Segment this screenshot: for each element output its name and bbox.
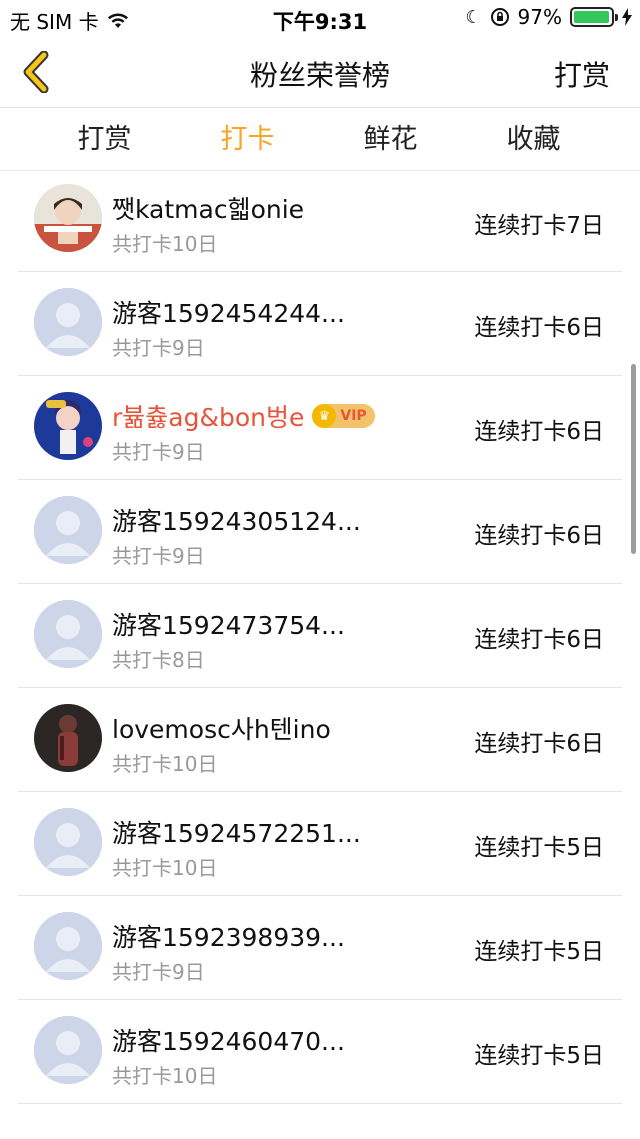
crown-icon: ♛ xyxy=(312,404,337,428)
default-avatar-icon[interactable] xyxy=(34,288,102,356)
list-item[interactable]: 游客15924572251... 共打卡10日 连续打卡5日 xyxy=(18,792,622,896)
consecutive-checkin-days: 连续打卡7日 xyxy=(474,213,604,239)
user-name-text: 游客1592473754... xyxy=(112,611,345,640)
user-name-text: 游客15924572251... xyxy=(112,819,361,848)
user-name: 游客1592454244... xyxy=(112,294,345,330)
user-name: 游客1592398939... xyxy=(112,918,345,954)
ranking-list[interactable]: 쨋katmac헯onie 共打卡10日 连续打卡7日游客1592454244... 共… xyxy=(0,172,640,1139)
tab-flowers[interactable]: 鲜花 xyxy=(319,109,462,170)
list-item[interactable]: 游客1592460470... 共打卡10日 连续打卡5日 xyxy=(18,1000,622,1104)
tab-checkin[interactable]: 打卡 xyxy=(176,109,319,170)
default-avatar-icon[interactable] xyxy=(34,600,102,668)
default-avatar-icon[interactable] xyxy=(34,808,102,876)
scrollbar[interactable] xyxy=(631,364,636,554)
status-bar: 无 SIM 卡 下午9:31 ☾ 97% xyxy=(0,0,640,36)
battery-fill xyxy=(574,11,609,23)
rotation-lock-icon xyxy=(490,8,509,26)
consecutive-checkin-days: 连续打卡6日 xyxy=(474,627,604,653)
list-item[interactable]: 游客1592398939... 共打卡9日 连续打卡5日 xyxy=(18,896,622,1000)
list-item[interactable]: 쨋katmac헯onie 共打卡10日 连续打卡7日 xyxy=(18,172,622,272)
consecutive-checkin-days: 连续打卡6日 xyxy=(474,523,604,549)
list-item[interactable]: 游客15924305124... 共打卡9日 连续打卡6日 xyxy=(18,480,622,584)
user-name-text: 游客15924305124... xyxy=(112,507,361,536)
total-checkin-days: 共打卡9日 xyxy=(112,544,205,568)
default-avatar-icon[interactable] xyxy=(34,912,102,980)
consecutive-checkin-days: 连续打卡6日 xyxy=(474,731,604,757)
user-name: 游客1592473754... xyxy=(112,606,345,642)
user-photo-avatar[interactable] xyxy=(34,184,102,252)
user-name-text: r뷺츓ag&bon벙e xyxy=(112,403,305,432)
tab-bar: 打赏 打卡 鲜花 收藏 xyxy=(0,109,640,171)
user-name: 쨋katmac헯onie xyxy=(112,190,304,226)
consecutive-checkin-days: 连续打卡5日 xyxy=(474,1043,604,1069)
list-item[interactable]: 游客1592473754... 共打卡8日 连续打卡6日 xyxy=(18,584,622,688)
total-checkin-days: 共打卡8日 xyxy=(112,648,205,672)
total-checkin-days: 共打卡10日 xyxy=(112,752,218,776)
tab-favorites[interactable]: 收藏 xyxy=(462,109,605,170)
battery-icon xyxy=(570,7,618,27)
page-title: 粉丝荣誉榜 xyxy=(249,59,390,92)
total-checkin-days: 共打卡9日 xyxy=(112,960,205,984)
charging-bolt-icon xyxy=(622,8,632,26)
consecutive-checkin-days: 连续打卡5日 xyxy=(474,835,604,861)
consecutive-checkin-days: 连续打卡6日 xyxy=(474,419,604,445)
user-name: lovemosc사h텐ino xyxy=(112,710,331,746)
user-name-text: lovemosc사h텐ino xyxy=(112,715,331,744)
vip-badge: ♛ VIP xyxy=(312,404,375,428)
navigation-bar: 粉丝荣誉榜 打赏 xyxy=(0,36,640,108)
user-name-text: 游客1592398939... xyxy=(112,923,345,952)
moon-icon: ☾ xyxy=(465,6,482,28)
status-right: ☾ 97% xyxy=(465,5,632,29)
list-item[interactable]: 游客1592454244... 共打卡9日 连续打卡6日 xyxy=(18,272,622,376)
user-name: 游客15924305124... xyxy=(112,502,361,538)
consecutive-checkin-days: 连续打卡5日 xyxy=(474,939,604,965)
default-avatar-icon[interactable] xyxy=(34,496,102,564)
user-name-text: 쨋katmac헯onie xyxy=(112,195,305,224)
user-name-text: 游客1592460470... xyxy=(112,1027,345,1056)
total-checkin-days: 共打卡10日 xyxy=(112,232,218,256)
total-checkin-days: 共打卡10日 xyxy=(112,856,218,880)
user-name: 游客1592460470... xyxy=(112,1022,345,1058)
user-name: r뷺츓ag&bon벙e ♛ VIP xyxy=(112,398,375,434)
list-item[interactable]: r뷺츓ag&bon벙e ♛ VIP 共打卡9日 连续打卡6日 xyxy=(18,376,622,480)
total-checkin-days: 共打卡10日 xyxy=(112,1064,218,1088)
consecutive-checkin-days: 连续打卡6日 xyxy=(474,315,604,341)
total-checkin-days: 共打卡9日 xyxy=(112,440,205,464)
user-name: 游客15924572251... xyxy=(112,814,361,850)
battery-percent: 97% xyxy=(517,5,562,29)
tab-reward[interactable]: 打赏 xyxy=(33,109,176,170)
reward-button[interactable]: 打赏 xyxy=(554,54,610,94)
default-avatar-icon[interactable] xyxy=(34,1016,102,1084)
vip-label: VIP xyxy=(340,408,367,424)
user-cartoon-avatar[interactable] xyxy=(34,392,102,460)
user-photo-avatar[interactable] xyxy=(34,704,102,772)
list-item[interactable]: lovemosc사h텐ino 共打卡10日 连续打卡6日 xyxy=(18,688,622,792)
total-checkin-days: 共打卡9日 xyxy=(112,336,205,360)
user-name-text: 游客1592454244... xyxy=(112,299,345,328)
